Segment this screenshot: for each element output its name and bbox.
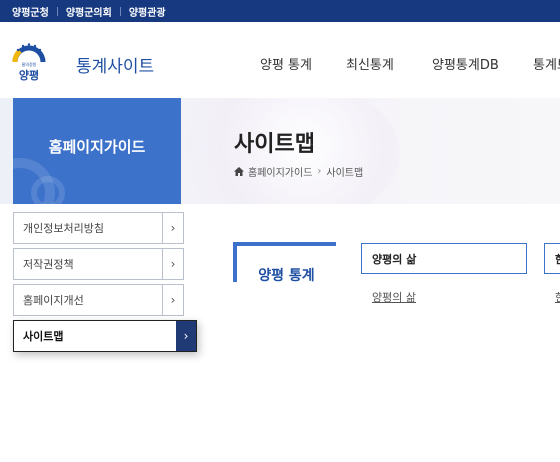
sitemap-link[interactable]: 한 — [555, 289, 560, 305]
topbar-link-county-council[interactable]: 양평군의회 — [66, 4, 112, 19]
page-title: 사이트맵 — [234, 132, 315, 157]
nav-item-stats-more[interactable]: 통계브 — [533, 54, 560, 73]
sitemap-link[interactable]: 양평의 삶 — [372, 289, 416, 305]
nav-item-yangpyeong-stats[interactable]: 양평 통계 — [260, 54, 312, 73]
main-navigation: 양평 통계 최신통계 양평통계DB 통계브 — [0, 54, 560, 74]
side-menu-item-sitemap[interactable]: 사이트맵 › — [13, 320, 197, 352]
site-header: 물의정원 양평 통계사이트 양평 통계 최신통계 양평통계DB 통계브 — [0, 22, 560, 98]
side-menu-item-site-improvement[interactable]: 홈페이지개선 › — [13, 284, 184, 316]
chevron-right-icon: › — [176, 321, 196, 351]
sitemap-category-box[interactable]: 양평의 삶 — [361, 243, 527, 274]
side-menu-item-copyright-policy[interactable]: 저작권정책 › — [13, 248, 184, 280]
breadcrumb: 홈페이지가이드 › 사이트맵 — [234, 164, 363, 179]
topbar-link-county-office[interactable]: 양평군청 — [12, 4, 49, 19]
sitemap-section-title[interactable]: 양평 통계 — [258, 265, 314, 285]
sitemap-category-title: 양평의 삶 — [372, 252, 417, 266]
top-utility-bar: 양평군청 양평군의회 양평관광 — [0, 0, 560, 22]
sitemap-section-heading: 양평 통계 — [233, 242, 336, 285]
chevron-right-icon: › — [162, 249, 183, 279]
breadcrumb-item[interactable]: 홈페이지가이드 — [248, 164, 312, 179]
sitemap-category-title: 한 — [555, 251, 560, 267]
side-menu-item-privacy-policy[interactable]: 개인정보처리방침 › — [13, 212, 184, 244]
topbar-link-tourism[interactable]: 양평관광 — [129, 4, 166, 19]
divider — [56, 6, 58, 16]
side-title-box: 홈페이지가이드 — [13, 98, 181, 204]
side-menu: 개인정보처리방침 › 저작권정책 › 홈페이지개선 › 사이트맵 › — [13, 212, 197, 356]
nav-item-latest-stats[interactable]: 최신통계 — [346, 54, 394, 73]
breadcrumb-item-current: 사이트맵 — [326, 168, 364, 179]
divider — [119, 6, 121, 16]
side-menu-item-label: 개인정보처리방침 — [23, 222, 104, 235]
breadcrumb-separator-icon: › — [317, 166, 322, 177]
side-title: 홈페이지가이드 — [48, 138, 146, 156]
home-icon[interactable] — [234, 167, 244, 176]
nav-item-stats-db[interactable]: 양평통계DB — [432, 54, 499, 73]
side-menu-item-label: 저작권정책 — [23, 258, 74, 271]
side-menu-item-label: 사이트맵 — [23, 330, 64, 343]
chevron-right-icon: › — [162, 213, 183, 243]
chevron-right-icon: › — [162, 285, 183, 315]
side-menu-item-label: 홈페이지개선 — [23, 294, 84, 307]
sitemap-category-box[interactable]: 한 — [544, 243, 560, 274]
decorative-ring — [31, 176, 65, 204]
